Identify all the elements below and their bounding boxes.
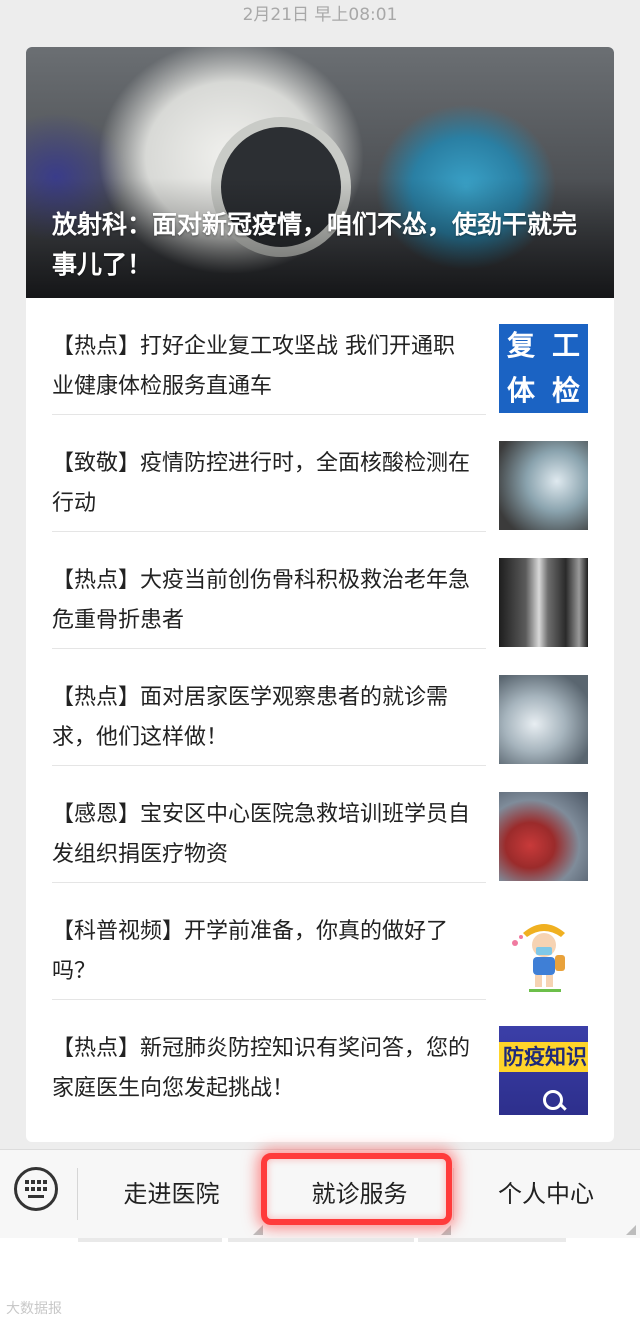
submenu-indicator-icon (253, 1225, 263, 1235)
highlight-box (261, 1153, 452, 1225)
news-item-5[interactable]: 【感恩】宝安区中心医院急救培训班学员自发组织捐医疗物资 (26, 766, 614, 883)
hero-article[interactable]: 放射科：面对新冠疫情，咱们不怂，使劲干就完事儿了！ (26, 47, 614, 298)
submenu-indicator-icon (626, 1225, 636, 1235)
news-title: 【热点】面对居家医学观察患者的就诊需求，他们这样做！ (52, 685, 449, 750)
watermark: 大数据报 (6, 1301, 62, 1317)
news-item-4[interactable]: 【热点】面对居家医学观察患者的就诊需求，他们这样做！ (26, 649, 614, 766)
news-title: 【热点】打好企业复工攻坚战 我们开通职业健康体检服务直通车 (52, 334, 455, 399)
magnifier-handle (558, 1102, 567, 1111)
menu-item-hospital-intro[interactable]: 走进医院 (78, 1150, 265, 1239)
news-thumbnail (499, 441, 588, 530)
news-title: 【热点】新冠肺炎防控知识有奖问答，您的家庭医生向您发起挑战！ (52, 1036, 471, 1101)
thumb-text: 防疫知识 (503, 1045, 587, 1069)
lower-blank-area (0, 1244, 640, 1322)
news-item-7[interactable]: 【热点】新冠肺炎防控知识有奖问答，您的家庭医生向您发起挑战！ 防疫知识 (26, 1000, 614, 1117)
news-thumbnail (499, 909, 588, 998)
cartoon-child-icon (512, 924, 565, 992)
submenu-indicator-icon (441, 1225, 451, 1235)
news-item-3[interactable]: 【热点】大疫当前创伤骨科积极救治老年急危重骨折患者 (26, 532, 614, 649)
news-title: 【科普视频】开学前准备，你真的做好了吗？ (52, 919, 449, 984)
news-title: 【感恩】宝安区中心医院急救培训班学员自发组织捐医疗物资 (52, 802, 471, 867)
news-thumbnail: 防疫知识 (499, 1026, 588, 1115)
thumb-char: 体 (506, 374, 535, 407)
hero-title: 放射科：面对新冠疫情，咱们不怂，使劲干就完事儿了！ (52, 210, 578, 279)
message-timestamp: 2月21日 早上08:01 (242, 5, 398, 25)
thumb-char: 检 (551, 374, 580, 407)
news-item-6[interactable]: 【科普视频】开学前准备，你真的做好了吗？ (26, 883, 614, 1000)
menu-item-label: 走进医院 (123, 1180, 220, 1208)
news-thumbnail (499, 558, 588, 647)
news-list: 【热点】打好企业复工攻坚战 我们开通职业健康体检服务直通车 复 工 体 检 【致… (26, 298, 614, 1117)
thumb-char: 复 (506, 329, 535, 362)
menu-item-label: 个人中心 (498, 1180, 594, 1208)
keyboard-icon[interactable] (14, 1167, 58, 1211)
news-title: 【致敬】疫情防控进行时，全面核酸检测在行动 (52, 451, 471, 516)
menu-item-personal-center[interactable]: 个人中心 (454, 1150, 638, 1239)
news-item-2[interactable]: 【致敬】疫情防控进行时，全面核酸检测在行动 (26, 415, 614, 532)
news-thumbnail (499, 675, 588, 764)
news-item-1[interactable]: 【热点】打好企业复工攻坚战 我们开通职业健康体检服务直通车 复 工 体 检 (26, 298, 614, 415)
news-title: 【热点】大疫当前创伤骨科积极救治老年急危重骨折患者 (52, 568, 471, 633)
news-thumbnail: 复 工 体 检 (499, 324, 588, 413)
news-thumbnail (499, 792, 588, 881)
article-card: 放射科：面对新冠疫情，咱们不怂，使劲干就完事儿了！ 【热点】打好企业复工攻坚战 … (26, 47, 614, 1142)
thumb-char: 工 (551, 329, 580, 362)
